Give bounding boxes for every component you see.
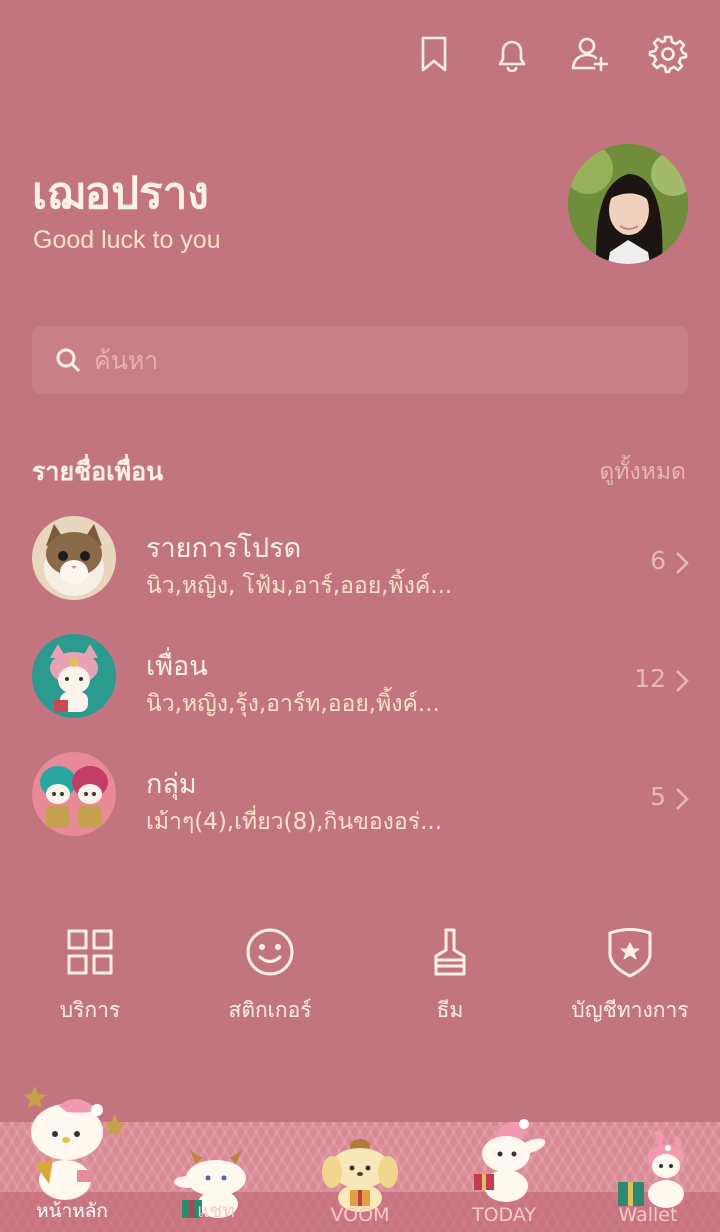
tab-voom[interactable]: VOOM bbox=[288, 1090, 432, 1232]
avatar-photo bbox=[568, 144, 688, 264]
brush-icon bbox=[434, 928, 466, 976]
add-friend-icon[interactable] bbox=[568, 30, 612, 78]
stickers-button[interactable]: สติกเกอร์ bbox=[180, 924, 360, 1034]
chevron-right-icon bbox=[674, 668, 690, 692]
tab-wallet[interactable]: Wallet bbox=[576, 1090, 720, 1232]
tab-chat-label: แชท bbox=[197, 1200, 235, 1222]
list-item-groups[interactable]: กลุ่ม เม้าๆ(4),เที่ยว(8),กินของอร่... 5 bbox=[0, 744, 720, 844]
official-accounts-button[interactable]: บัญชีทางการ bbox=[540, 924, 720, 1034]
friends-title: เพื่อน bbox=[146, 651, 208, 682]
groups-subtitle: เม้าๆ(4),เที่ยว(8),กินของอร่... bbox=[146, 809, 443, 835]
friends-subtitle: นิว,หญิง,รุ้ง,อาร์ท,ออย,พิ้งค์... bbox=[146, 691, 440, 717]
friends-thumbnail bbox=[32, 634, 116, 718]
groups-count: 5 bbox=[650, 782, 666, 811]
tab-home[interactable]: หน้าหลัก bbox=[0, 1086, 144, 1232]
favorites-subtitle: นิว,หญิง, โฟ้ม,อาร์,ออย,พิ้งค์... bbox=[146, 573, 453, 599]
official-accounts-label: บัญชีทางการ bbox=[571, 998, 689, 1022]
bookmark-icon[interactable] bbox=[412, 30, 456, 78]
shortcut-bar: บริการ สติกเกอร์ ธีม บัญชีทางการ bbox=[0, 924, 720, 1034]
see-all-link[interactable]: ดูทั้งหมด bbox=[599, 454, 686, 490]
home-character-icon bbox=[23, 1086, 127, 1200]
themes-button[interactable]: ธีม bbox=[360, 924, 540, 1034]
settings-icon[interactable] bbox=[646, 30, 690, 78]
profile-name[interactable]: เฌอปราง bbox=[32, 158, 209, 228]
groups-thumbnail bbox=[32, 752, 116, 836]
list-item-favorites[interactable]: รายการโปรด นิว,หญิง, โฟ้ม,อาร์,ออย,พิ้งค… bbox=[0, 508, 720, 608]
avatar[interactable] bbox=[568, 144, 688, 264]
today-character-icon bbox=[474, 1119, 546, 1202]
themes-label: ธีม bbox=[436, 998, 464, 1022]
favorites-title: รายการโปรด bbox=[146, 533, 302, 564]
tab-today-label: TODAY bbox=[472, 1204, 536, 1226]
search-input[interactable] bbox=[94, 345, 654, 375]
chevron-right-icon bbox=[674, 786, 690, 810]
friends-section-title: รายชื่อเพื่อน bbox=[32, 457, 164, 486]
chevron-right-icon bbox=[674, 550, 690, 574]
search-bar[interactable] bbox=[32, 326, 688, 394]
tab-chat[interactable]: แชท bbox=[144, 1090, 288, 1232]
smiley-icon bbox=[246, 928, 294, 976]
groups-title: กลุ่ม bbox=[146, 769, 197, 800]
services-button[interactable]: บริการ bbox=[0, 924, 180, 1034]
grid-icon bbox=[67, 929, 113, 975]
bell-icon[interactable] bbox=[490, 30, 534, 78]
friends-count: 12 bbox=[634, 664, 666, 693]
tab-voom-label: VOOM bbox=[330, 1204, 390, 1226]
tab-wallet-label: Wallet bbox=[618, 1204, 678, 1226]
favorites-count: 6 bbox=[650, 546, 666, 575]
profile-status[interactable]: Good luck to you bbox=[33, 226, 221, 255]
voom-character-icon bbox=[322, 1139, 398, 1212]
stickers-label: สติกเกอร์ bbox=[228, 998, 312, 1022]
favorites-thumbnail bbox=[32, 516, 116, 600]
search-icon bbox=[56, 348, 81, 373]
tab-home-label: หน้าหลัก bbox=[36, 1200, 108, 1222]
tab-today[interactable]: TODAY bbox=[432, 1090, 576, 1232]
shield-star-icon bbox=[608, 928, 652, 978]
list-item-friends[interactable]: เพื่อน นิว,หญิง,รุ้ง,อาร์ท,ออย,พิ้งค์...… bbox=[0, 626, 720, 726]
header-actions bbox=[412, 30, 690, 78]
services-label: บริการ bbox=[59, 998, 121, 1022]
